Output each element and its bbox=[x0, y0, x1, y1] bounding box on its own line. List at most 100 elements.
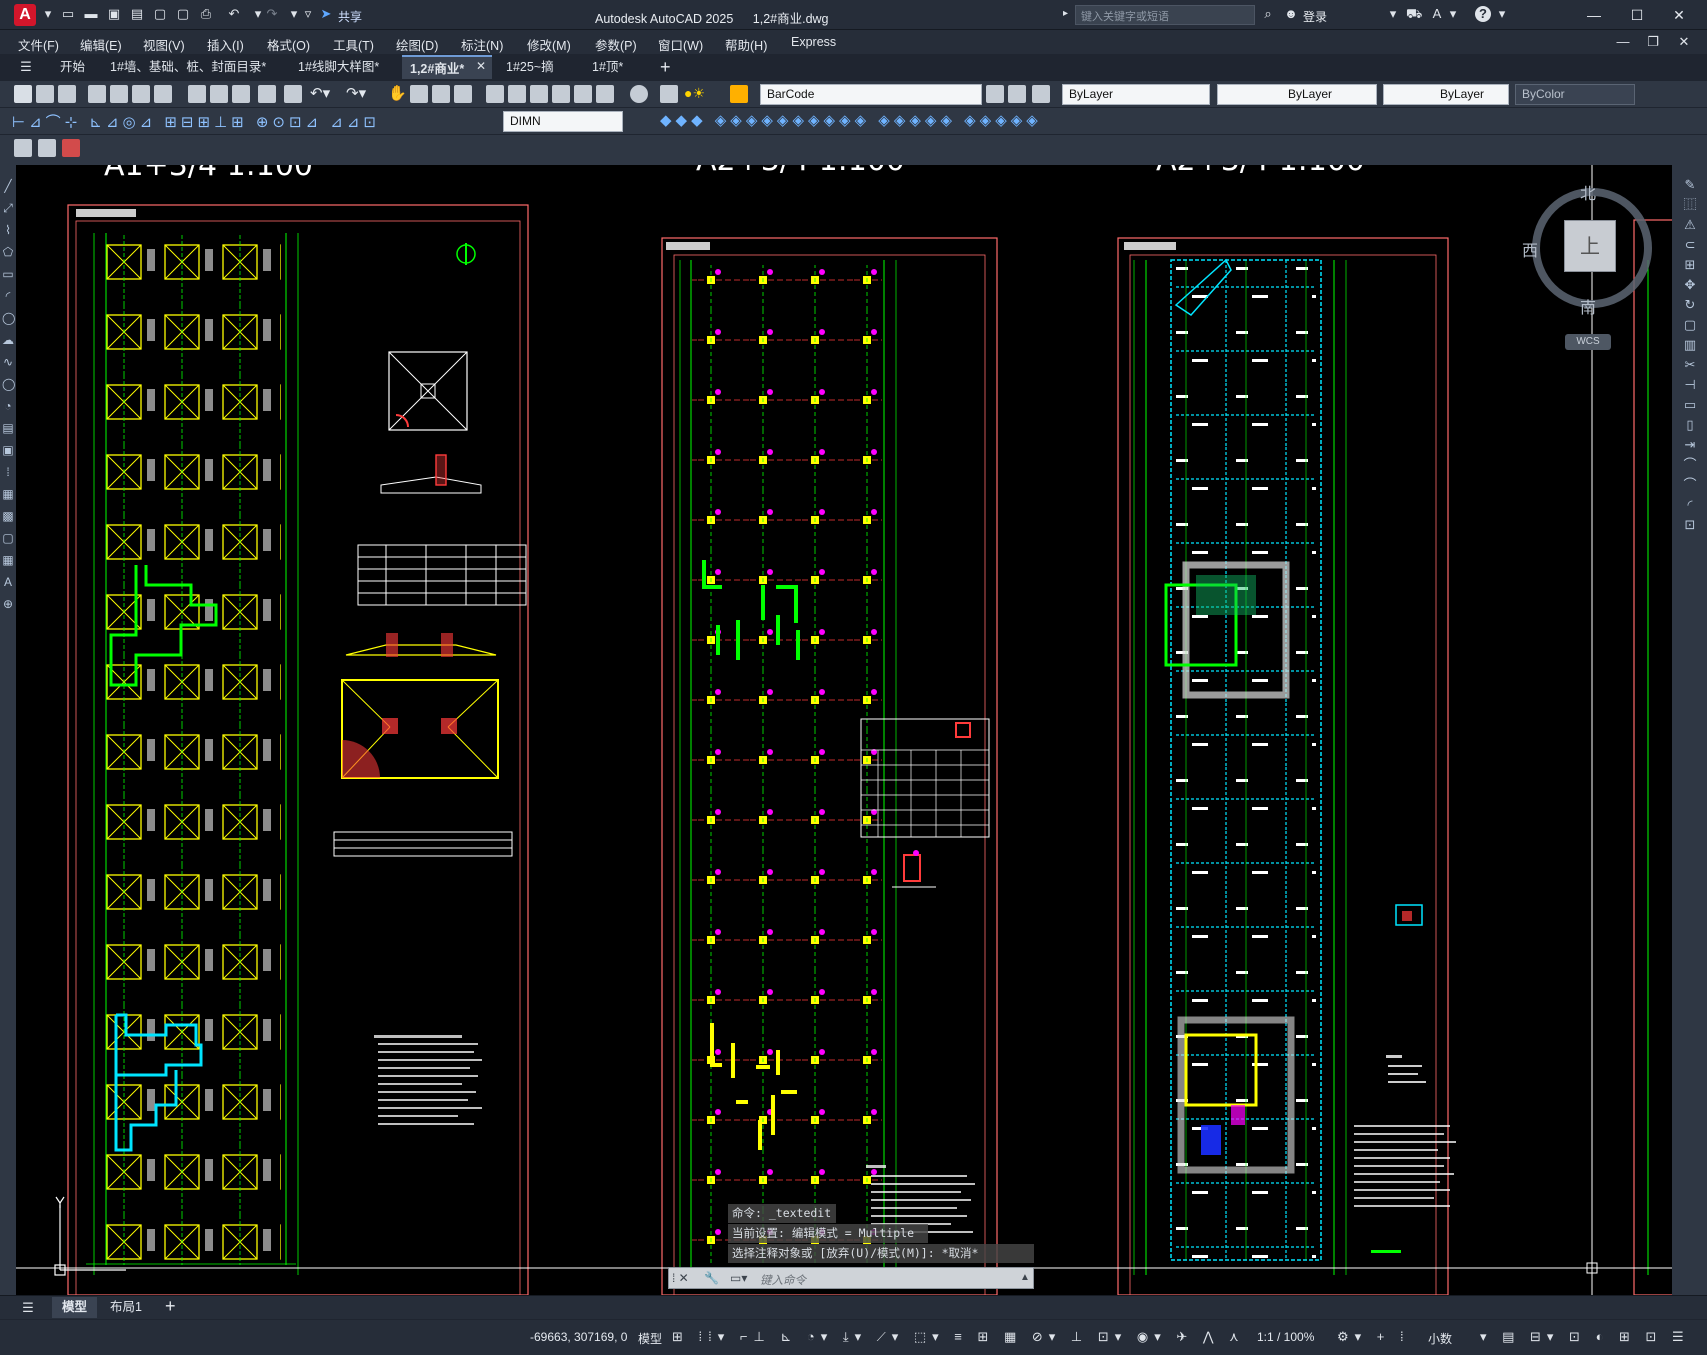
share-button[interactable]: 共享 bbox=[338, 8, 362, 25]
search-icon[interactable]: ⌕ bbox=[1260, 6, 1276, 22]
color-dropdown[interactable]: ByLayer bbox=[1062, 84, 1210, 105]
zoom-window-icon[interactable] bbox=[432, 85, 450, 103]
drawing-canvas[interactable]: A1+3/4 1:100 A2+3/4 1:100 A2+3/4 1:100 bbox=[16, 165, 1672, 1295]
qnew-icon[interactable] bbox=[14, 85, 32, 103]
design-center-icon[interactable] bbox=[508, 85, 526, 103]
command-recent-icon[interactable]: ▭▾ bbox=[730, 1271, 747, 1285]
layer-states-icon[interactable] bbox=[1032, 85, 1050, 103]
customize-quick-access-icon[interactable]: ▿ bbox=[300, 6, 316, 22]
viewcube-north[interactable]: 北 bbox=[1580, 180, 1596, 204]
menu-parametric[interactable]: 参数(P) bbox=[595, 35, 637, 54]
save-web-icon[interactable]: ▢ bbox=[175, 6, 191, 22]
new-tab-plus-icon[interactable]: + bbox=[660, 57, 671, 78]
save-as-icon[interactable]: ▤ bbox=[129, 6, 145, 22]
linetype-dropdown[interactable]: ByLayer bbox=[1217, 84, 1377, 105]
layer-lock-icon[interactable] bbox=[730, 85, 748, 103]
drafting-toggles-icon[interactable]: ⊞ ⁞⁞▾ ⌐⊥ ⊾ ◔▾ ⤓▾ ⟋▾ ⬚▾ ≡ ⊞ ▦ ⊘▾ ⊥ ⊡▾ ◉▾ … bbox=[672, 1329, 1245, 1345]
menu-edit[interactable]: 编辑(E) bbox=[80, 35, 122, 54]
hamburger-menu-icon[interactable]: ☰ bbox=[18, 59, 34, 75]
layer-dropdown[interactable]: BarCode bbox=[760, 84, 982, 105]
print-icon[interactable] bbox=[88, 85, 106, 103]
3d-print-icon[interactable] bbox=[154, 85, 172, 103]
login-dropdown-icon[interactable]: ▾ bbox=[1385, 6, 1401, 22]
doc-restore-button[interactable]: ❐ bbox=[1645, 34, 1661, 50]
help-icon[interactable]: ? bbox=[1475, 6, 1491, 22]
solid-editing-tools-icon[interactable]: ◆◆◆ ◈◈◈◈◈◈◈◈◈◈ ◈◈◈◈◈ ◈◈◈◈◈ bbox=[660, 111, 1042, 129]
menu-dimension[interactable]: 标注(N) bbox=[461, 35, 503, 54]
layer-properties-icon[interactable] bbox=[660, 85, 678, 103]
maximize-button[interactable]: ☐ bbox=[1623, 4, 1651, 26]
command-close-icon[interactable]: ⁞ ✕ bbox=[672, 1271, 689, 1285]
menu-insert[interactable]: 插入(I) bbox=[207, 35, 244, 54]
block-attribute-icon[interactable] bbox=[38, 139, 56, 157]
redo-tool-icon[interactable]: ↷▾ bbox=[346, 84, 366, 102]
plotstyle-dropdown[interactable]: ByColor bbox=[1515, 84, 1635, 105]
tool-palettes-icon[interactable] bbox=[530, 85, 548, 103]
edit-attribute-icon[interactable] bbox=[14, 139, 32, 157]
wcs-menu[interactable]: WCS bbox=[1565, 334, 1611, 350]
menu-help[interactable]: 帮助(H) bbox=[725, 35, 767, 54]
undo-icon[interactable]: ↶ bbox=[226, 6, 242, 22]
open-icon[interactable] bbox=[36, 85, 54, 103]
menu-tools[interactable]: 工具(T) bbox=[333, 35, 374, 54]
make-current-icon[interactable] bbox=[986, 85, 1004, 103]
add-layout-plus-icon[interactable]: + bbox=[165, 1296, 176, 1317]
sheet-set-icon[interactable] bbox=[552, 85, 570, 103]
menu-modify[interactable]: 修改(M) bbox=[527, 35, 571, 54]
menu-draw[interactable]: 绘图(D) bbox=[396, 35, 438, 54]
tab-start[interactable]: 开始 bbox=[52, 55, 93, 79]
layer-previous-icon[interactable] bbox=[1008, 85, 1026, 103]
markup-icon[interactable] bbox=[574, 85, 592, 103]
save-icon[interactable]: ▣ bbox=[106, 6, 122, 22]
modify-tools-icon[interactable]: ✎ ⿲ ⚠ ⊂ ⊞ ✥ ↻ ▢ ▥ ✂ ⊣ ▭ ▯ ⇥ ⌒ ⌒ ◜ ⊡ bbox=[1682, 175, 1698, 535]
tab-file-4[interactable]: 1#25~摘 bbox=[498, 55, 562, 79]
tab-file-5[interactable]: 1#顶* bbox=[584, 55, 631, 79]
layout-menu-icon[interactable]: ☰ bbox=[20, 1300, 36, 1316]
annotation-scale[interactable]: 1:1 / 100% bbox=[1257, 1330, 1314, 1344]
match-properties-icon[interactable] bbox=[258, 85, 276, 103]
zoom-realtime-icon[interactable] bbox=[410, 85, 428, 103]
command-customize-icon[interactable]: 🔧 bbox=[704, 1271, 719, 1285]
tab-file-2[interactable]: 1#线脚大样图* bbox=[290, 55, 387, 79]
command-input[interactable]: 键入命令 bbox=[760, 1272, 806, 1288]
autodesk-app-icon[interactable]: A bbox=[1429, 6, 1445, 22]
menu-file[interactable]: 文件(F) bbox=[18, 35, 59, 54]
dropdown-arrow-icon[interactable]: ▾ bbox=[40, 6, 56, 22]
login-button[interactable]: 登录 bbox=[1303, 8, 1327, 25]
menu-window[interactable]: 窗口(W) bbox=[658, 35, 703, 54]
viewcube-south[interactable]: 南 bbox=[1580, 294, 1596, 318]
tab-close-icon[interactable]: ✕ bbox=[476, 59, 486, 73]
zoom-previous-icon[interactable] bbox=[454, 85, 472, 103]
command-history-expand-icon[interactable]: ▲ bbox=[1020, 1272, 1030, 1283]
preview-icon[interactable] bbox=[110, 85, 128, 103]
dimension-tools-icon[interactable]: ⊢⊿⌒⊹ ⊾⊿◎⊿ ⊞⊟⊞⊥⊞ ⊕⊙⊡⊿ ⊿⊿⊡ bbox=[12, 111, 380, 132]
copy-icon[interactable] bbox=[210, 85, 228, 103]
cart-icon[interactable]: ⛟ bbox=[1406, 6, 1422, 22]
viewcube-west[interactable]: 西 bbox=[1522, 237, 1538, 261]
publish-icon[interactable] bbox=[132, 85, 150, 103]
tab-file-1[interactable]: 1#墙、基础、桩、封面目录* bbox=[102, 55, 274, 79]
lineweight-dropdown[interactable]: ByLayer bbox=[1383, 84, 1509, 105]
close-button[interactable]: ✕ bbox=[1665, 4, 1693, 26]
help-dropdown-icon[interactable]: ▾ bbox=[1494, 6, 1510, 22]
viewcube-top-face[interactable]: 上 bbox=[1564, 220, 1616, 272]
help-tool-icon[interactable] bbox=[630, 85, 648, 103]
autocad-logo-button[interactable]: A bbox=[14, 4, 36, 26]
app-dropdown-icon[interactable]: ▾ bbox=[1445, 6, 1461, 22]
tab-layout1[interactable]: 布局1 bbox=[100, 1297, 152, 1318]
open-folder-icon[interactable]: ▬ bbox=[83, 6, 99, 22]
dimstyle-dropdown[interactable]: DIMN bbox=[503, 111, 623, 132]
tab-model[interactable]: 模型 bbox=[52, 1297, 98, 1318]
attribute-manager-icon[interactable] bbox=[62, 139, 80, 157]
save-tool-icon[interactable] bbox=[58, 85, 76, 103]
doc-close-button[interactable]: ✕ bbox=[1676, 34, 1692, 50]
paste-icon[interactable] bbox=[232, 85, 250, 103]
redo-icon[interactable]: ↷ bbox=[264, 6, 280, 22]
plot-icon[interactable]: ⎙ bbox=[198, 6, 214, 22]
properties-icon[interactable] bbox=[486, 85, 504, 103]
undo-tool-icon[interactable]: ↶▾ bbox=[310, 84, 330, 102]
model-space-button[interactable]: 模型 bbox=[638, 1330, 662, 1347]
doc-minimize-button[interactable]: — bbox=[1615, 34, 1631, 50]
units-dropdown[interactable]: 小数 bbox=[1428, 1330, 1452, 1347]
layer-on-icon[interactable]: ●☀ bbox=[684, 85, 705, 102]
